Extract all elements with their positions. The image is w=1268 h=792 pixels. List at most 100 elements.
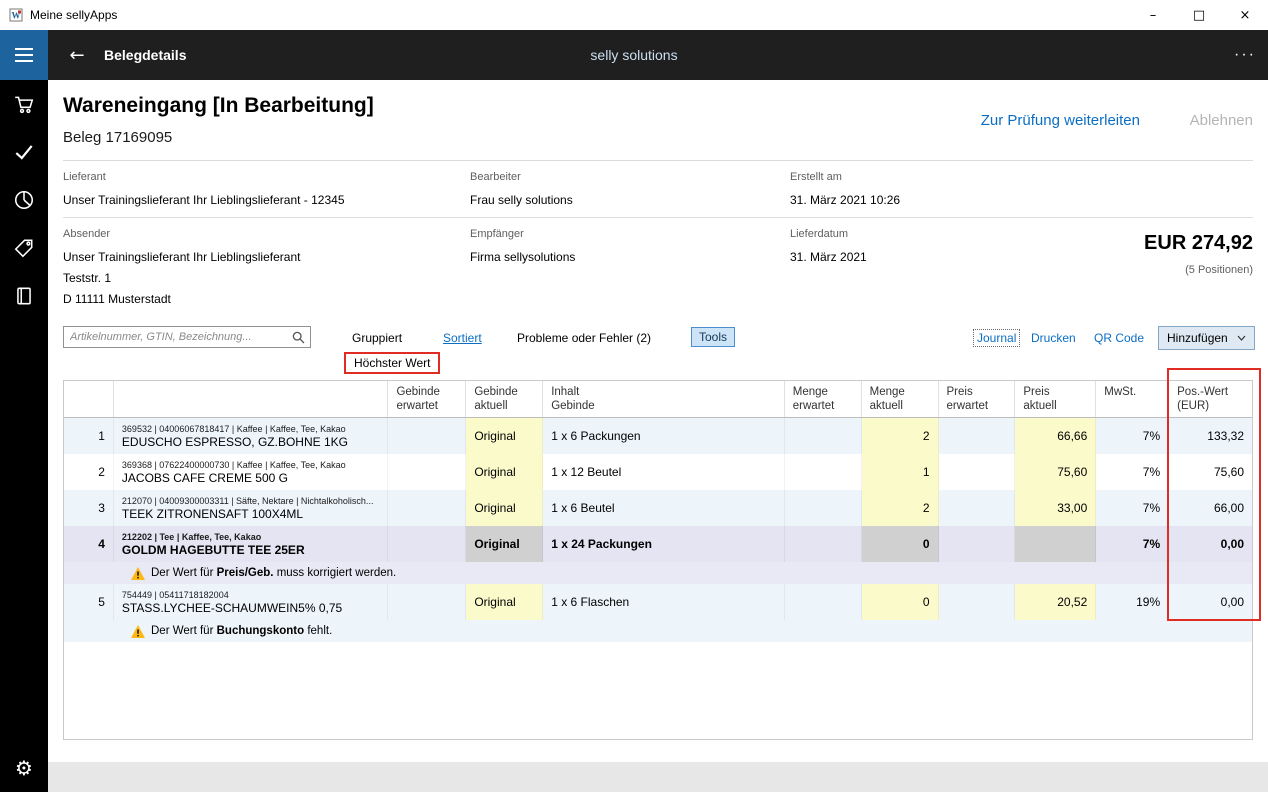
sortiert-link[interactable]: Sortiert bbox=[443, 331, 482, 345]
gebinde-erwartet-cell[interactable] bbox=[388, 418, 466, 454]
header-menge-aktuell[interactable]: Menge aktuell bbox=[862, 381, 939, 417]
sidebar-item-tasks[interactable] bbox=[0, 128, 48, 176]
maximize-button[interactable]: □ bbox=[1176, 0, 1222, 30]
article-name: JACOBS CAFE CREME 500 G bbox=[122, 471, 288, 486]
field-empfaenger: Empfänger Firma sellysolutions bbox=[470, 228, 575, 268]
gear-icon: ⚙ bbox=[15, 756, 33, 780]
menge-aktuell-cell[interactable]: 2 bbox=[862, 418, 939, 454]
hinzufuegen-dropdown-button[interactable]: Hinzufügen bbox=[1158, 326, 1255, 350]
menge-erwartet-cell[interactable] bbox=[785, 418, 862, 454]
article-cell[interactable]: 369368 | 07622400000730 | Kaffee | Kaffe… bbox=[114, 454, 389, 490]
menge-aktuell-cell[interactable]: 0 bbox=[862, 526, 939, 562]
sidebar-item-journal[interactable] bbox=[0, 272, 48, 320]
article-meta: 369368 | 07622400000730 | Kaffee | Kaffe… bbox=[122, 459, 346, 471]
gebinde-aktuell-cell[interactable]: Original bbox=[466, 418, 543, 454]
gebinde-erwartet-cell[interactable] bbox=[388, 454, 466, 490]
probleme-fehler-toggle[interactable]: Probleme oder Fehler (2) bbox=[517, 331, 651, 345]
book-icon bbox=[13, 285, 35, 307]
forward-for-review-button[interactable]: Zur Prüfung weiterleiten bbox=[981, 112, 1140, 129]
sidebar-item-price-tag[interactable] bbox=[0, 224, 48, 272]
menge-erwartet-cell[interactable] bbox=[785, 526, 862, 562]
menge-aktuell-cell[interactable]: 0 bbox=[862, 584, 939, 620]
close-button[interactable]: × bbox=[1222, 0, 1268, 30]
header-mwst[interactable]: MwSt. bbox=[1096, 381, 1169, 417]
menge-erwartet-cell[interactable] bbox=[785, 490, 862, 526]
gebinde-erwartet-cell[interactable] bbox=[388, 526, 466, 562]
table-row[interactable]: 3212070 | 04009300003311 | Säfte, Nektar… bbox=[64, 490, 1252, 526]
row-number: 4 bbox=[64, 526, 114, 562]
header-gebinde-erwartet[interactable]: Gebinde erwartet bbox=[388, 381, 466, 417]
cart-icon bbox=[13, 93, 35, 115]
gruppiert-label[interactable]: Gruppiert bbox=[352, 331, 402, 345]
menge-aktuell-cell[interactable]: 2 bbox=[862, 490, 939, 526]
search-icon[interactable] bbox=[292, 331, 305, 344]
gebinde-aktuell-cell[interactable]: Original bbox=[466, 490, 543, 526]
pos-wert-cell: 133,32 bbox=[1169, 418, 1252, 454]
article-cell[interactable]: 212202 | Tee | Kaffee, Tee, KakaoGOLDM H… bbox=[114, 526, 389, 562]
gebinde-aktuell-cell[interactable]: Original bbox=[466, 454, 543, 490]
article-cell[interactable]: 212070 | 04009300003311 | Säfte, Nektare… bbox=[114, 490, 389, 526]
sidebar-item-reports[interactable] bbox=[0, 176, 48, 224]
header-gebinde-aktuell[interactable]: Gebinde aktuell bbox=[466, 381, 543, 417]
header-inhalt-gebinde[interactable]: Inhalt Gebinde bbox=[543, 381, 785, 417]
preis-aktuell-cell[interactable]: 20,52 bbox=[1015, 584, 1096, 620]
tools-button[interactable]: Tools bbox=[691, 327, 735, 347]
table-row[interactable]: 4212202 | Tee | Kaffee, Tee, KakaoGOLDM … bbox=[64, 526, 1252, 562]
mwst-cell: 7% bbox=[1096, 526, 1169, 562]
more-options-button[interactable]: ··· bbox=[1234, 30, 1256, 80]
minimize-button[interactable]: – bbox=[1130, 0, 1176, 30]
gebinde-aktuell-cell[interactable]: Original bbox=[466, 526, 543, 562]
qr-code-link[interactable]: QR Code bbox=[1094, 331, 1144, 345]
article-meta: 212070 | 04009300003311 | Säfte, Nektare… bbox=[122, 495, 374, 507]
sidebar-item-settings[interactable]: ⚙ bbox=[0, 744, 48, 792]
pos-wert-cell: 66,00 bbox=[1169, 490, 1252, 526]
gebinde-aktuell-cell[interactable]: Original bbox=[466, 584, 543, 620]
row-warning: Der Wert für Buchungskonto fehlt. bbox=[64, 620, 1252, 642]
row-number: 2 bbox=[64, 454, 114, 490]
menge-erwartet-cell[interactable] bbox=[785, 454, 862, 490]
gruppiert-value-highlight[interactable]: Höchster Wert bbox=[344, 352, 440, 374]
inhalt-gebinde-cell[interactable]: 1 x 6 Packungen bbox=[543, 418, 785, 454]
header-preis-aktuell[interactable]: Preis aktuell bbox=[1015, 381, 1096, 417]
check-icon bbox=[13, 141, 35, 163]
sidebar-spacer bbox=[0, 320, 48, 744]
article-cell[interactable]: 369532 | 04006067818417 | Kaffee | Kaffe… bbox=[114, 418, 389, 454]
position-count: (5 Positionen) bbox=[1185, 264, 1253, 276]
table-row[interactable]: 1369532 | 04006067818417 | Kaffee | Kaff… bbox=[64, 418, 1252, 454]
article-cell[interactable]: 754449 | 05411718182004STASS.LYCHEE-SCHA… bbox=[114, 584, 389, 620]
row-number: 1 bbox=[64, 418, 114, 454]
header-pos-wert[interactable]: Pos.-Wert (EUR) bbox=[1169, 381, 1252, 417]
inhalt-gebinde-cell[interactable]: 1 x 12 Beutel bbox=[543, 454, 785, 490]
preis-aktuell-cell[interactable]: 75,60 bbox=[1015, 454, 1096, 490]
preis-erwartet-cell[interactable] bbox=[939, 584, 1016, 620]
sidebar-item-cart[interactable] bbox=[0, 80, 48, 128]
article-name: EDUSCHO ESPRESSO, GZ.BOHNE 1KG bbox=[122, 435, 348, 450]
table-row[interactable]: 5754449 | 05411718182004STASS.LYCHEE-SCH… bbox=[64, 584, 1252, 620]
preis-aktuell-cell[interactable] bbox=[1015, 526, 1096, 562]
gebinde-erwartet-cell[interactable] bbox=[388, 584, 466, 620]
drucken-link[interactable]: Drucken bbox=[1031, 331, 1076, 345]
inhalt-gebinde-cell[interactable]: 1 x 6 Flaschen bbox=[543, 584, 785, 620]
header-menge-erwartet[interactable]: Menge erwartet bbox=[785, 381, 862, 417]
inhalt-gebinde-cell[interactable]: 1 x 6 Beutel bbox=[543, 490, 785, 526]
reject-button[interactable]: Ablehnen bbox=[1190, 112, 1253, 129]
header-article bbox=[114, 381, 389, 417]
document-title: Wareneingang [In Bearbeitung] bbox=[63, 94, 374, 118]
search-input[interactable] bbox=[64, 328, 292, 346]
menge-erwartet-cell[interactable] bbox=[785, 584, 862, 620]
inhalt-gebinde-cell[interactable]: 1 x 24 Packungen bbox=[543, 526, 785, 562]
preis-erwartet-cell[interactable] bbox=[939, 454, 1016, 490]
gebinde-erwartet-cell[interactable] bbox=[388, 490, 466, 526]
table-row[interactable]: 2 369368 | 07622400000730 | Kaffee | Kaff… bbox=[64, 454, 1252, 490]
preis-erwartet-cell[interactable] bbox=[939, 526, 1016, 562]
preis-aktuell-cell[interactable]: 33,00 bbox=[1015, 490, 1096, 526]
title-bar: W Meine sellyApps – □ × bbox=[0, 0, 1268, 30]
preis-erwartet-cell[interactable] bbox=[939, 418, 1016, 454]
header-preis-erwartet[interactable]: Preis erwartet bbox=[939, 381, 1016, 417]
menge-aktuell-cell[interactable]: 1 bbox=[862, 454, 939, 490]
article-meta: 754449 | 05411718182004 bbox=[122, 589, 229, 601]
preis-aktuell-cell[interactable]: 66,66 bbox=[1015, 418, 1096, 454]
preis-erwartet-cell[interactable] bbox=[939, 490, 1016, 526]
journal-link[interactable]: Journal bbox=[973, 329, 1020, 347]
tag-icon bbox=[13, 237, 35, 259]
